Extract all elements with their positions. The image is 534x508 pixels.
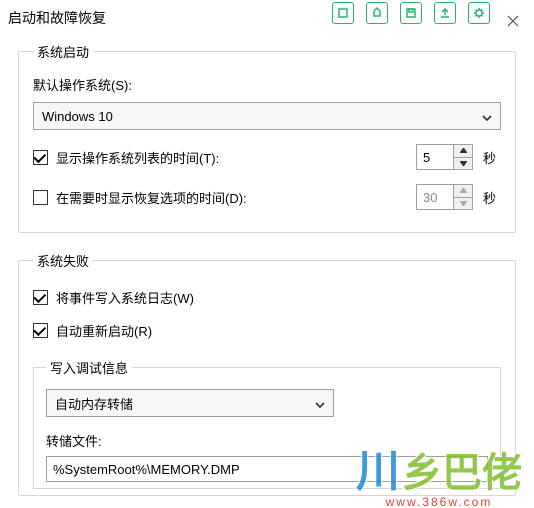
spinner-buttons xyxy=(453,185,472,209)
spinner-show-recovery-value: 30 xyxy=(417,185,453,209)
unit-seconds-2: 秒 xyxy=(483,188,501,207)
spinner-down-icon[interactable] xyxy=(454,157,472,170)
label-show-os-list: 显示操作系统列表的时间(T): xyxy=(56,148,219,167)
dump-file-label: 转储文件: xyxy=(46,431,488,450)
group-debug-info-title: 写入调试信息 xyxy=(46,358,132,377)
action-icon-4[interactable] xyxy=(434,2,456,24)
spinner-buttons xyxy=(453,145,472,169)
spinner-show-recovery-group: 30 秒 xyxy=(416,184,501,210)
action-icon-1[interactable] xyxy=(332,2,354,24)
row-show-os-list: 显示操作系统列表的时间(T): 5 秒 xyxy=(33,144,501,170)
spinner-up-icon[interactable] xyxy=(454,185,472,197)
title-actions-wrap xyxy=(332,2,526,30)
close-button[interactable] xyxy=(500,12,526,30)
label-auto-restart: 自动重新启动(R) xyxy=(56,321,152,340)
default-os-label: 默认操作系统(S): xyxy=(33,75,501,94)
dump-file-value: %SystemRoot%\MEMORY.DMP xyxy=(53,462,240,477)
titlebar: 启动和故障恢复 xyxy=(0,0,534,36)
group-debug-info: 写入调试信息 自动内存转储 转储文件: %SystemRoot%\MEMORY.… xyxy=(33,358,501,489)
action-icon-2[interactable] xyxy=(366,2,388,24)
window-title: 启动和故障恢复 xyxy=(8,2,106,28)
spinner-up-icon[interactable] xyxy=(454,145,472,157)
debug-mode-combo[interactable]: 自动内存转储 xyxy=(46,389,334,417)
spinner-down-icon[interactable] xyxy=(454,197,472,210)
chevron-down-icon xyxy=(315,396,325,411)
group-startup: 系统启动 默认操作系统(S): Windows 10 显示操作系统列表的时间(T… xyxy=(18,42,516,233)
spinner-show-os-list-value: 5 xyxy=(417,145,453,169)
default-os-combo[interactable]: Windows 10 xyxy=(33,102,501,130)
checkbox-auto-restart[interactable] xyxy=(33,323,48,338)
action-icon-3[interactable] xyxy=(400,2,422,24)
row-write-event: 将事件写入系统日志(W) xyxy=(33,288,501,307)
spinner-show-os-list-group: 5 秒 xyxy=(416,144,501,170)
default-os-value: Windows 10 xyxy=(42,109,113,124)
checkbox-show-recovery[interactable] xyxy=(33,190,48,205)
label-show-recovery: 在需要时显示恢复选项的时间(D): xyxy=(56,188,247,207)
watermark-url: www.386w.com xyxy=(386,495,493,508)
group-failure: 系统失败 将事件写入系统日志(W) 自动重新启动(R) 写入调试信息 自动内存转… xyxy=(18,251,516,496)
toolbar-actions xyxy=(332,2,492,24)
dump-file-field[interactable]: %SystemRoot%\MEMORY.DMP xyxy=(46,456,488,482)
debug-mode-value: 自动内存转储 xyxy=(55,394,133,413)
row-show-recovery: 在需要时显示恢复选项的时间(D): 30 秒 xyxy=(33,184,501,210)
row-auto-restart: 自动重新启动(R) xyxy=(33,321,501,340)
dialog-body: 系统启动 默认操作系统(S): Windows 10 显示操作系统列表的时间(T… xyxy=(0,36,534,496)
group-startup-title: 系统启动 xyxy=(33,42,93,61)
chevron-down-icon xyxy=(482,109,492,124)
checkbox-show-os-list[interactable] xyxy=(33,150,48,165)
label-write-event: 将事件写入系统日志(W) xyxy=(56,288,194,307)
unit-seconds-1: 秒 xyxy=(483,148,501,167)
group-failure-title: 系统失败 xyxy=(33,251,93,270)
spinner-show-os-list[interactable]: 5 xyxy=(416,144,473,170)
action-icon-5[interactable] xyxy=(468,2,490,24)
checkbox-write-event[interactable] xyxy=(33,290,48,305)
spinner-show-recovery[interactable]: 30 xyxy=(416,184,473,210)
